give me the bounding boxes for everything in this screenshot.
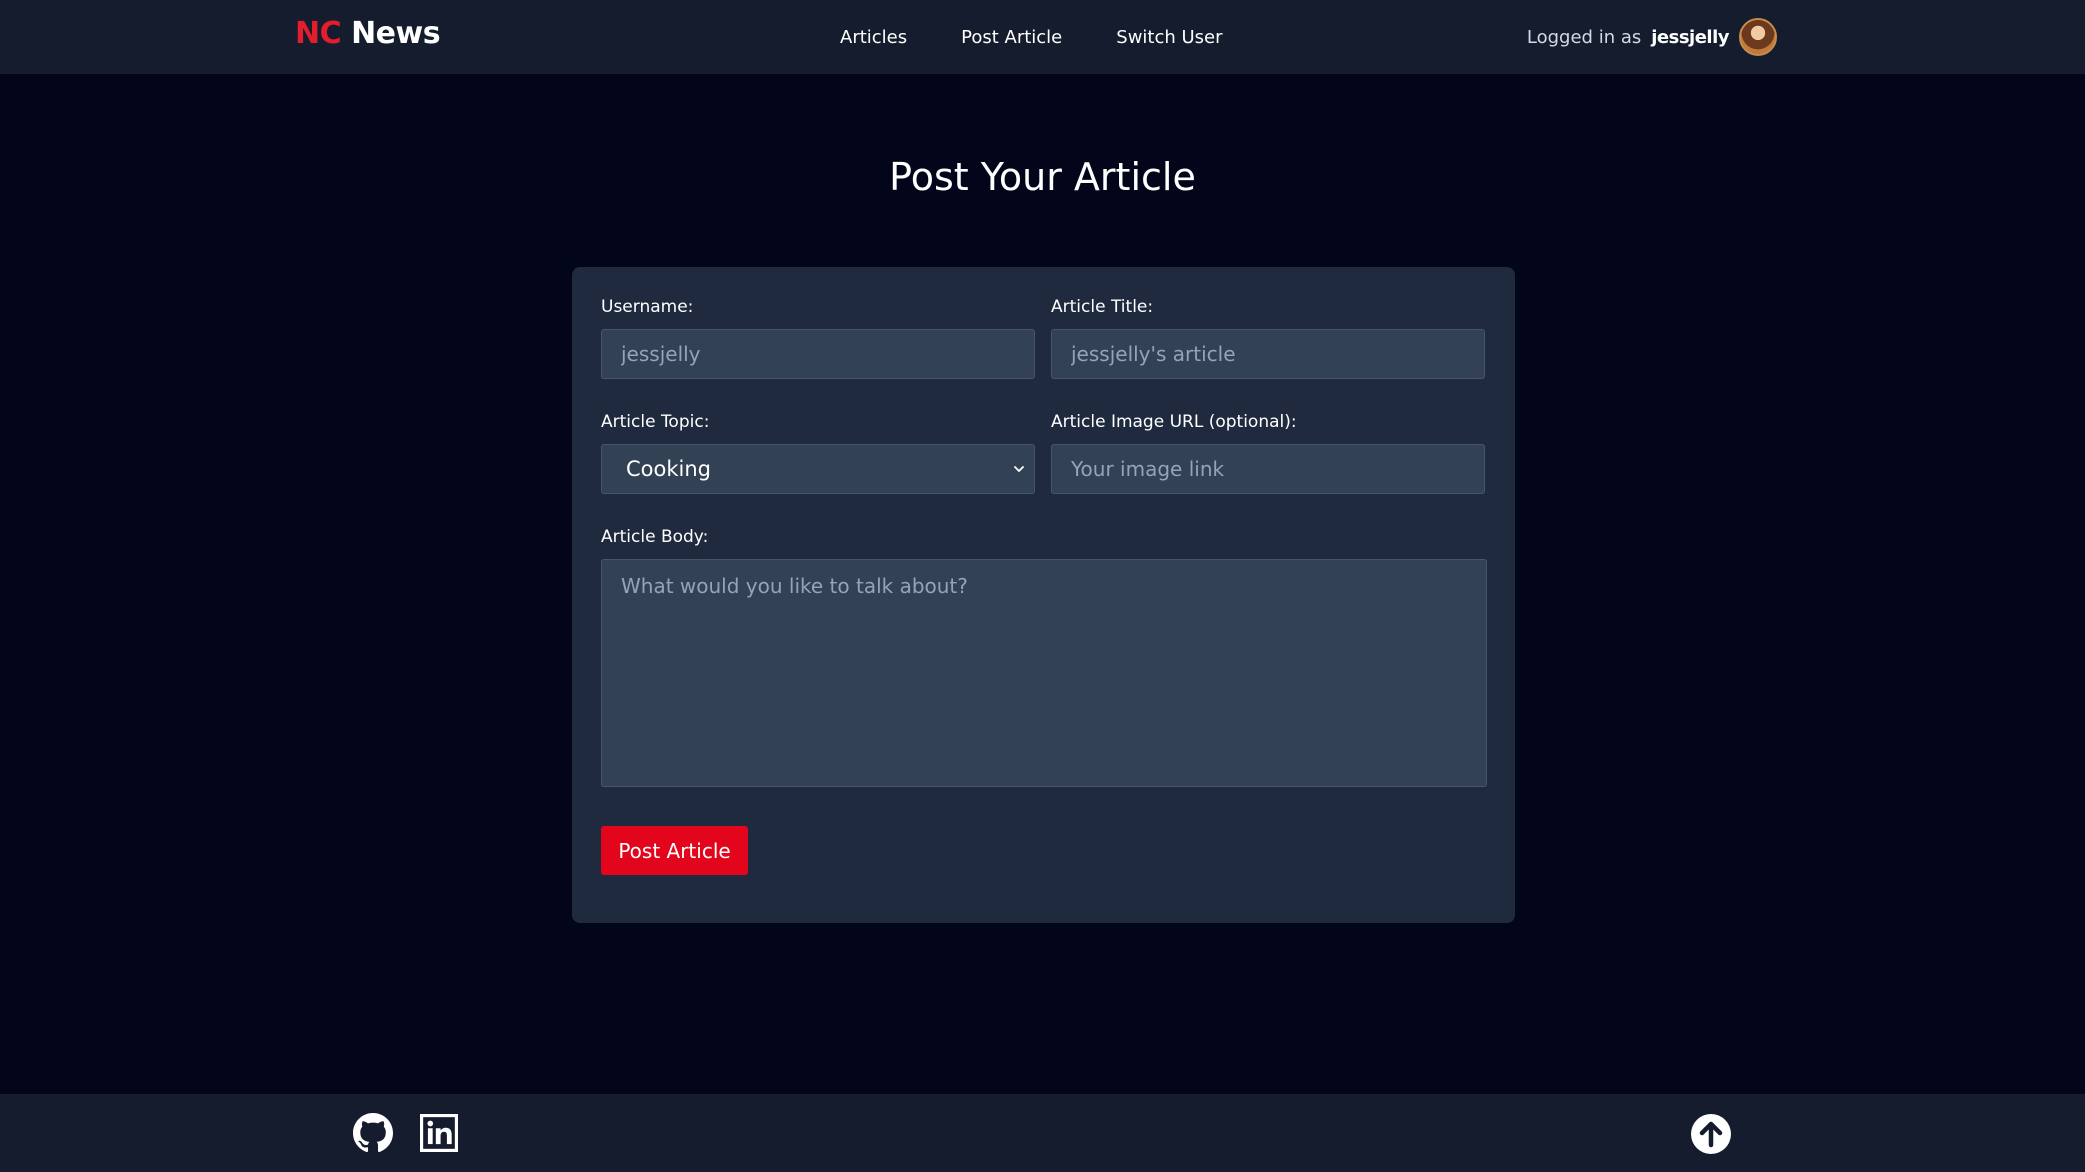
footer [0, 1094, 2085, 1172]
username-input[interactable] [601, 329, 1035, 379]
article-body-textarea[interactable] [601, 559, 1487, 787]
top-navbar: NC News Articles Post Article Switch Use… [0, 0, 2085, 74]
article-topic-select[interactable]: Cooking [601, 444, 1035, 494]
image-url-label: Article Image URL (optional): [1051, 412, 1297, 432]
page-title: Post Your Article [889, 155, 1196, 199]
current-username: jessjelly [1651, 26, 1729, 48]
username-label: Username: [601, 297, 694, 317]
github-icon[interactable] [353, 1113, 393, 1153]
main-nav: Articles Post Article Switch User [840, 0, 1223, 74]
topic-selected-value: Cooking [626, 457, 711, 481]
article-title-input[interactable] [1051, 329, 1485, 379]
article-title-label: Article Title: [1051, 297, 1154, 317]
username-field-group: Username: [601, 297, 1035, 379]
nav-articles[interactable]: Articles [840, 27, 907, 48]
linkedin-icon[interactable] [420, 1114, 458, 1152]
nav-switch-user[interactable]: Switch User [1116, 27, 1222, 48]
post-article-form: Username: Article Title: Article Topic: … [572, 267, 1515, 923]
scroll-to-top-icon[interactable] [1691, 1114, 1731, 1154]
image-url-field-group: Article Image URL (optional): [1051, 412, 1485, 494]
article-body-label: Article Body: [601, 527, 709, 547]
nav-post-article[interactable]: Post Article [961, 27, 1062, 48]
user-avatar[interactable] [1739, 18, 1777, 56]
logo-news: News [351, 16, 441, 51]
image-url-input[interactable] [1051, 444, 1485, 494]
chevron-down-icon [1014, 466, 1024, 472]
logged-in-label: Logged in as [1526, 26, 1642, 48]
topic-field-group: Article Topic: Cooking [601, 412, 1035, 494]
body-field-group: Article Body: [601, 527, 1487, 791]
user-info: Logged in as jessjelly [1527, 0, 1777, 74]
site-logo[interactable]: NC News [295, 16, 441, 51]
title-field-group: Article Title: [1051, 297, 1485, 379]
post-article-button[interactable]: Post Article [601, 826, 748, 875]
article-topic-label: Article Topic: [601, 412, 710, 432]
logo-nc: NC [295, 16, 342, 51]
